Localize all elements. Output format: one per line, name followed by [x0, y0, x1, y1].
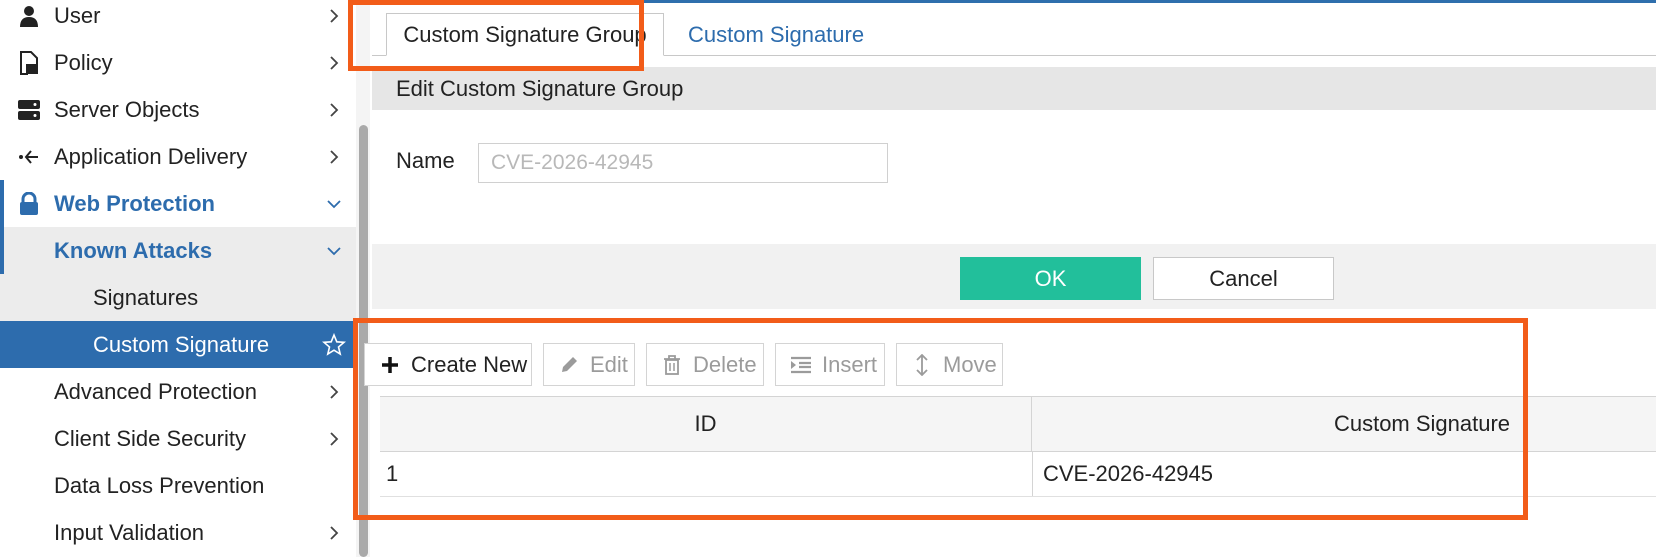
insert-icon	[790, 354, 812, 376]
create-new-label: Create New	[411, 351, 528, 377]
chevron-right-icon	[330, 55, 339, 70]
tab-custom-signature-group[interactable]: Custom Signature Group	[386, 13, 664, 56]
sidebar-item-label: Advanced Protection	[54, 378, 258, 404]
chevron-right-icon	[330, 102, 339, 117]
sidebar-item-label: Input Validation	[54, 519, 205, 545]
sidebar-scrollbar-thumb[interactable]	[359, 125, 368, 557]
sidebar-item-signatures[interactable]: Signatures	[0, 274, 356, 321]
section-header: Edit Custom Signature Group	[372, 67, 1656, 110]
app-delivery-icon	[16, 144, 42, 170]
chevron-right-icon	[330, 149, 339, 164]
chevron-right-icon	[330, 384, 339, 399]
name-input[interactable]	[478, 143, 888, 183]
table-row[interactable]: 1 CVE-2026-42945	[380, 452, 1656, 497]
star-icon[interactable]	[322, 332, 346, 357]
sidebar-item-label: Known Attacks	[54, 237, 213, 263]
user-icon	[16, 3, 42, 29]
sidebar-item-input-validation[interactable]: Input Validation	[0, 509, 356, 556]
edit-label: Edit	[590, 351, 628, 377]
cancel-button[interactable]: Cancel	[1153, 257, 1334, 300]
ok-button[interactable]: OK	[960, 257, 1141, 300]
sidebar-item-advanced-protection[interactable]: Advanced Protection	[0, 368, 356, 415]
delete-label: Delete	[693, 351, 757, 377]
lock-icon	[16, 191, 42, 217]
sidebar-item-web-protection[interactable]: Web Protection	[0, 180, 356, 227]
active-indicator	[0, 227, 4, 274]
chevron-down-icon	[327, 199, 341, 208]
delete-button[interactable]: Delete	[646, 343, 764, 386]
edit-button[interactable]: Edit	[543, 343, 635, 386]
chevron-right-icon	[330, 8, 339, 23]
plus-icon	[379, 354, 401, 376]
policy-icon	[16, 50, 42, 76]
tab-custom-signature[interactable]: Custom Signature	[688, 13, 864, 56]
insert-button[interactable]: Insert	[775, 343, 885, 386]
sidebar-item-label: Policy	[54, 49, 113, 75]
sidebar-item-policy[interactable]: Policy	[0, 39, 356, 86]
sidebar-item-label: Client Side Security	[54, 425, 246, 451]
pencil-icon	[558, 354, 580, 376]
chevron-down-icon	[327, 246, 341, 255]
sidebar: User Policy Server Objects Application D…	[0, 0, 356, 557]
move-button[interactable]: Move	[896, 343, 1003, 386]
chevron-right-icon	[330, 525, 339, 540]
sidebar-item-label: Data Loss Prevention	[54, 472, 265, 498]
move-label: Move	[943, 351, 997, 377]
cell-custom-signature: CVE-2026-42945	[1032, 452, 1656, 496]
create-new-button[interactable]: Create New	[364, 343, 532, 386]
trash-icon	[661, 354, 683, 376]
sidebar-item-user[interactable]: User	[0, 0, 356, 39]
sidebar-item-label: User	[54, 2, 101, 28]
column-header-id[interactable]: ID	[380, 397, 1032, 451]
table-header: ID Custom Signature	[380, 396, 1656, 452]
sidebar-item-client-side-security[interactable]: Client Side Security	[0, 415, 356, 462]
move-vertical-icon	[911, 353, 933, 376]
sidebar-item-label: Application Delivery	[54, 143, 248, 169]
cell-id: 1	[386, 461, 399, 486]
name-label: Name	[396, 148, 455, 173]
sidebar-item-data-loss-prevention[interactable]: Data Loss Prevention	[0, 462, 356, 509]
sidebar-item-custom-signature[interactable]: Custom Signature	[0, 321, 356, 368]
main-content: Custom Signature Group Custom Signature …	[364, 3, 1656, 557]
column-header-custom-signature[interactable]: Custom Signature	[1032, 397, 1656, 451]
sidebar-item-label: Server Objects	[54, 96, 200, 122]
sidebar-item-label: Web Protection	[54, 190, 215, 216]
server-icon	[16, 97, 42, 123]
sidebar-item-server-objects[interactable]: Server Objects	[0, 86, 356, 133]
chevron-right-icon	[330, 431, 339, 446]
sidebar-item-label: Signatures	[93, 284, 199, 310]
sidebar-item-application-delivery[interactable]: Application Delivery	[0, 133, 356, 180]
form-button-bar: OK Cancel	[372, 244, 1656, 309]
sidebar-item-known-attacks[interactable]: Known Attacks	[0, 227, 356, 274]
sidebar-item-label: Custom Signature	[93, 331, 270, 357]
insert-label: Insert	[822, 351, 878, 377]
